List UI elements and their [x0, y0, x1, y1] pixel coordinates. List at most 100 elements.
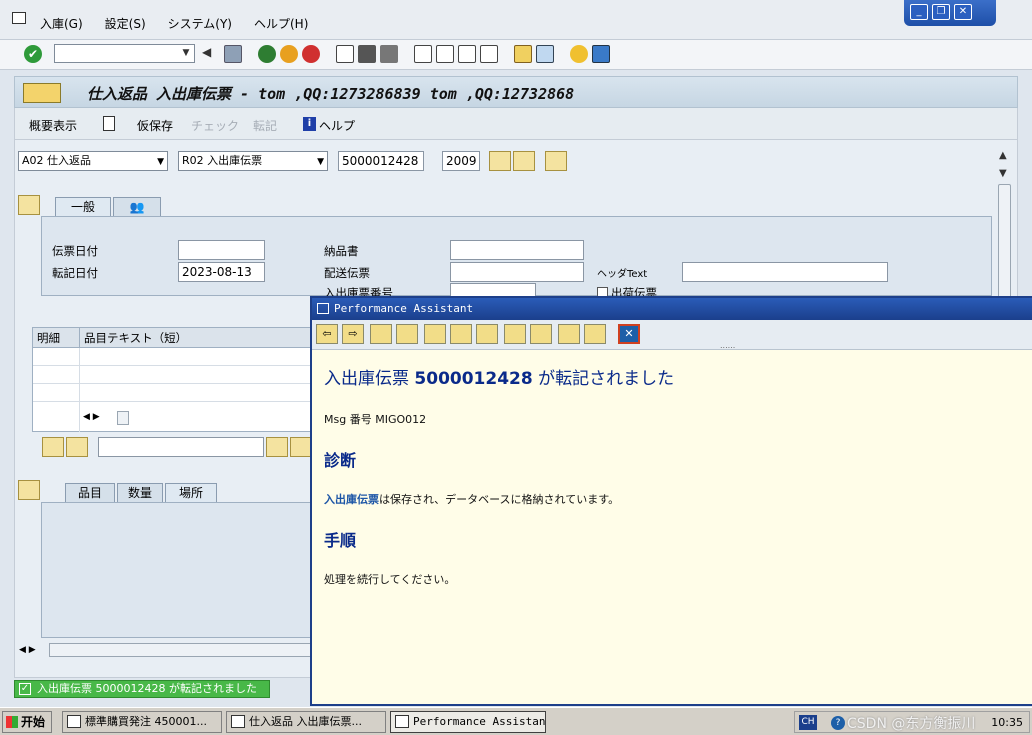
h-scrollbar[interactable]	[49, 643, 329, 657]
scroll-left-icon[interactable]: ◀ ▶	[19, 645, 36, 655]
enter-check-icon[interactable]: ✔	[24, 45, 42, 63]
delivery-note-field[interactable]	[450, 240, 584, 260]
restore-icon[interactable]: ❐	[932, 4, 950, 20]
shipping-doc-field[interactable]	[450, 262, 584, 282]
pa-window-title: Performance Assistant	[334, 302, 474, 315]
new-session-icon[interactable]	[514, 45, 532, 63]
sort-ascending-icon[interactable]	[42, 437, 64, 457]
next-page-icon[interactable]	[458, 45, 476, 63]
scroll-left-icon[interactable]: ◀ ▶	[83, 412, 100, 422]
menu-item-system[interactable]: システム(Y)	[168, 15, 232, 32]
edit-icon[interactable]	[424, 324, 446, 344]
post-button[interactable]: 転記	[253, 117, 277, 134]
hold-button[interactable]: 仮保存	[137, 117, 173, 134]
annotation-icon[interactable]	[450, 324, 472, 344]
print-icon[interactable]	[336, 45, 354, 63]
collapse-detail-icon[interactable]	[18, 480, 40, 500]
help-icon[interactable]: ?	[831, 716, 845, 730]
tab-material[interactable]: 品目	[65, 483, 115, 503]
pa-content: 入出庫伝票 5000012428 が転記されました Msg 番号 MIGO012…	[324, 364, 1014, 587]
menu-item-help[interactable]: ヘルプ(H)	[254, 15, 308, 32]
close-icon[interactable]: ✕	[954, 4, 972, 20]
tab-location[interactable]: 場所	[165, 483, 217, 503]
summary-button[interactable]: 概要表示	[29, 117, 77, 134]
book-icon[interactable]	[370, 324, 392, 344]
shortcut-icon[interactable]	[536, 45, 554, 63]
chevron-down-icon[interactable]: ▼	[180, 47, 192, 60]
help-icon[interactable]	[570, 45, 588, 63]
transaction-select[interactable]: A02 仕入返品 ▼	[18, 151, 168, 171]
back-arrow-icon[interactable]: ⇦	[316, 324, 338, 344]
scroll-down-icon[interactable]: ▼	[999, 168, 1007, 179]
check-button[interactable]: チェック	[191, 117, 239, 134]
chevron-down-icon[interactable]: ▼	[317, 153, 324, 171]
resize-grip-icon[interactable]: ......	[720, 341, 735, 350]
h-scroll-thumb[interactable]	[117, 411, 129, 425]
header-text-label: ヘッダText	[597, 269, 648, 280]
pa-title-bar[interactable]: Performance Assistant	[312, 298, 1032, 320]
tab-partner[interactable]: 👥	[113, 197, 161, 217]
document-number-field[interactable]: 5000012428	[338, 151, 424, 171]
status-bar[interactable]: ✓ 入出庫伝票 5000012428 が転記されました	[14, 680, 270, 698]
close-icon[interactable]: ✕	[618, 324, 640, 344]
scroll-thumb[interactable]	[998, 184, 1011, 304]
column-header-item[interactable]: 明細	[37, 328, 60, 348]
task-performance-assistant[interactable]: Performance Assistant	[390, 711, 546, 733]
new-document-icon[interactable]	[103, 116, 115, 131]
grid-search-input[interactable]	[98, 437, 264, 457]
diagnosis-link[interactable]: 入出庫伝票	[324, 493, 379, 506]
command-field[interactable]: ▼	[54, 44, 195, 63]
first-page-icon[interactable]	[414, 45, 432, 63]
execute-icon[interactable]	[489, 151, 511, 171]
post-date-field[interactable]: 2023-08-13	[178, 262, 265, 282]
table-icon[interactable]	[504, 324, 526, 344]
binoculars-icon[interactable]	[513, 151, 535, 171]
find-next-icon[interactable]	[380, 45, 398, 63]
table-row[interactable]	[33, 349, 333, 366]
scroll-up-icon[interactable]: ▲	[999, 150, 1007, 161]
back-icon[interactable]	[258, 45, 276, 63]
previous-page-icon[interactable]	[436, 45, 454, 63]
forward-arrow-icon[interactable]: ⇨	[342, 324, 364, 344]
save-icon[interactable]	[224, 45, 242, 63]
exit-icon[interactable]	[280, 45, 298, 63]
find-icon[interactable]	[358, 45, 376, 63]
export-icon[interactable]	[558, 324, 580, 344]
layout-menu-icon[interactable]	[592, 45, 610, 63]
reference-select[interactable]: R02 入出庫伝票 ▼	[178, 151, 328, 171]
tab-quantity[interactable]: 数量	[117, 483, 163, 503]
minimize-icon[interactable]: _	[910, 4, 928, 20]
document-year-field[interactable]: 2009	[442, 151, 480, 171]
column-header-text[interactable]: 品目テキスト（短）	[79, 328, 187, 348]
menu-item-settings[interactable]: 設定(S)	[105, 15, 146, 32]
find-next-icon[interactable]	[290, 437, 312, 457]
delivery-note-label: 納品書	[324, 244, 359, 258]
filter-icon[interactable]	[66, 437, 88, 457]
header-text-field[interactable]	[682, 262, 888, 282]
screen-menu-icon[interactable]	[23, 83, 61, 103]
task-purchase-order[interactable]: 標準購買発注 450001...	[62, 711, 222, 733]
users-icon[interactable]	[476, 324, 498, 344]
technical-info-icon[interactable]	[396, 324, 418, 344]
table-row[interactable]	[33, 367, 333, 384]
menu-item-gr[interactable]: 入庫(G)	[40, 15, 83, 32]
tab-general[interactable]: 一般	[55, 197, 111, 217]
table-layout-icon[interactable]	[545, 151, 567, 171]
task-return-gr[interactable]: 仕入返品 入出庫伝票...	[226, 711, 386, 733]
menu-window-icon[interactable]	[12, 12, 26, 24]
last-page-icon[interactable]	[480, 45, 498, 63]
message-icon[interactable]	[530, 324, 552, 344]
info-icon[interactable]: i	[303, 117, 316, 131]
print-icon[interactable]	[584, 324, 606, 344]
doc-date-field[interactable]	[178, 240, 265, 260]
start-button[interactable]: 开始	[2, 711, 52, 733]
ime-indicator[interactable]: CH	[799, 715, 817, 730]
collapse-arrow-icon[interactable]: ◀	[202, 45, 220, 63]
chevron-down-icon[interactable]: ▼	[157, 153, 164, 171]
transaction-value: A02 仕入返品	[22, 154, 92, 167]
table-row[interactable]	[33, 385, 333, 402]
cancel-icon[interactable]	[302, 45, 320, 63]
collapse-header-icon[interactable]	[18, 195, 40, 215]
help-button[interactable]: ヘルプ	[319, 117, 355, 134]
binoculars-icon[interactable]	[266, 437, 288, 457]
